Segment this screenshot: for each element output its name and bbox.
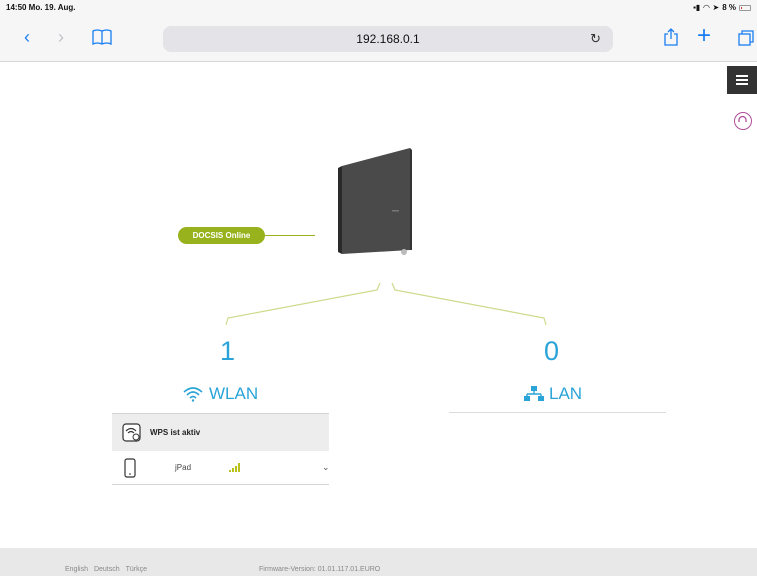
connection-lines [225,282,547,326]
language-english[interactable]: English [65,566,88,573]
wifi-icon [183,387,203,402]
wps-icon [122,422,141,442]
wps-status-row[interactable]: WPS ist aktiv [112,413,329,451]
footer: English Deutsch Türkçe Firmware-Version:… [0,548,757,576]
language-deutsch[interactable]: Deutsch [94,566,120,573]
lan-label: LAN [549,384,583,403]
wps-status-text: WPS ist aktiv [150,428,201,437]
lan-count: 0 [544,336,560,366]
network-icon [524,386,544,401]
wlan-device-panel: WPS ist aktiv jPad ⌄ [112,413,330,485]
lan-divider [449,412,666,413]
tablet-device-icon [124,458,136,478]
device-row[interactable]: jPad ⌄ [112,451,330,485]
wlan-label: WLAN [209,384,259,403]
page: 14:50 Mo. 19. Aug. ▪▮ ◠ ➤ 8 % ‹ › 192.16… [0,0,757,576]
wlan-tab[interactable]: WLAN [182,384,258,404]
chevron-down-icon[interactable]: ⌄ [322,462,330,473]
docsis-connector [265,235,315,236]
language-links: English Deutsch Türkçe [65,566,147,573]
lan-tab[interactable]: LAN [524,384,582,404]
language-turkce[interactable]: Türkçe [126,566,147,573]
device-name: jPad [175,463,192,472]
docsis-status-badge: DOCSIS Online [178,227,265,244]
wlan-count: 1 [220,336,236,366]
router-image [338,148,412,255]
signal-strength-icon [229,463,240,472]
firmware-version: Firmware-Version: 01.01.117.01.EURO [259,566,381,573]
